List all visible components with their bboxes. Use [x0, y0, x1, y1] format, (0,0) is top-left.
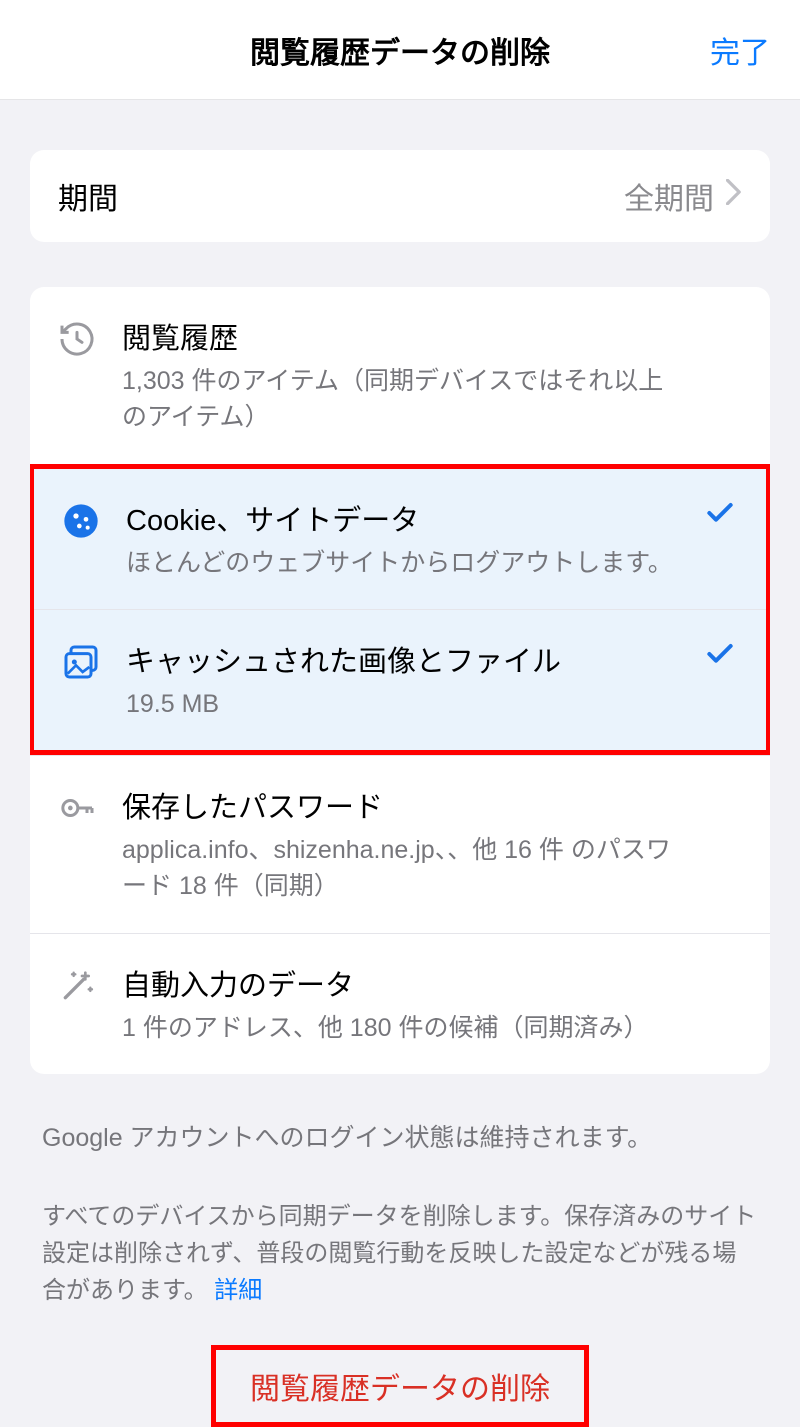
chevron-right-icon [726, 179, 742, 213]
period-row[interactable]: 期間 全期間 [30, 150, 770, 242]
data-types-card: 閲覧履歴 1,303 件のアイテム（同期デバイスではそれ以上のアイテム） [30, 287, 770, 1074]
item-title: 閲覧履歴 [122, 315, 680, 357]
item-sub: 1 件のアドレス、他 180 件の候補（同期済み） [122, 1010, 680, 1046]
item-sub: 19.5 MB [126, 686, 676, 722]
header-bar: 閲覧履歴データの削除 完了 [0, 0, 800, 100]
key-icon [57, 788, 97, 833]
cookie-icon [61, 501, 101, 546]
item-title: 保存したパスワード [122, 784, 680, 826]
period-value: 全期間 [624, 174, 714, 218]
item-title: キャッシュされた画像とファイル [126, 638, 676, 680]
item-cookies[interactable]: Cookie、サイトデータ ほとんどのウェブサイトからログアウトします。 [34, 469, 766, 609]
item-autofill[interactable]: 自動入力のデータ 1 件のアドレス、他 180 件の候補（同期済み） [30, 933, 770, 1074]
item-saved-passwords[interactable]: 保存したパスワード applica.info、shizenha.ne.jp、、他… [30, 755, 770, 933]
item-sub: ほとんどのウェブサイトからログアウトします。 [126, 545, 676, 581]
item-title: Cookie、サイトデータ [126, 497, 676, 539]
page-title: 閲覧履歴データの削除 [250, 28, 550, 72]
sync-delete-note: すべてのデバイスから同期データを削除します。保存済みのサイト設定は削除されず、普… [30, 1198, 770, 1310]
item-title: 自動入力のデータ [122, 962, 680, 1004]
sync-delete-text: すべてのデバイスから同期データを削除します。保存済みのサイト設定は削除されず、普… [42, 1203, 756, 1304]
item-sub: 1,303 件のアイテム（同期デバイスではそれ以上のアイテム） [122, 363, 680, 436]
item-browsing-history[interactable]: 閲覧履歴 1,303 件のアイテム（同期デバイスではそれ以上のアイテム） [30, 287, 770, 464]
done-button[interactable]: 完了 [710, 28, 770, 72]
clear-browsing-data-button[interactable]: 閲覧履歴データの削除 [211, 1345, 589, 1427]
check-icon [704, 638, 736, 675]
login-state-note: Google アカウントへのログイン状態は維持されます。 [30, 1119, 770, 1158]
history-icon [57, 319, 97, 364]
item-cached-images[interactable]: キャッシュされた画像とファイル 19.5 MB [34, 609, 766, 750]
check-icon [704, 497, 736, 534]
item-sub: applica.info、shizenha.ne.jp、、他 16 件 のパスワ… [122, 832, 680, 905]
images-icon [61, 642, 101, 687]
period-label: 期間 [58, 174, 118, 218]
details-link[interactable]: 詳細 [214, 1277, 262, 1304]
period-card: 期間 全期間 [30, 150, 770, 242]
magic-wand-icon [57, 966, 97, 1011]
